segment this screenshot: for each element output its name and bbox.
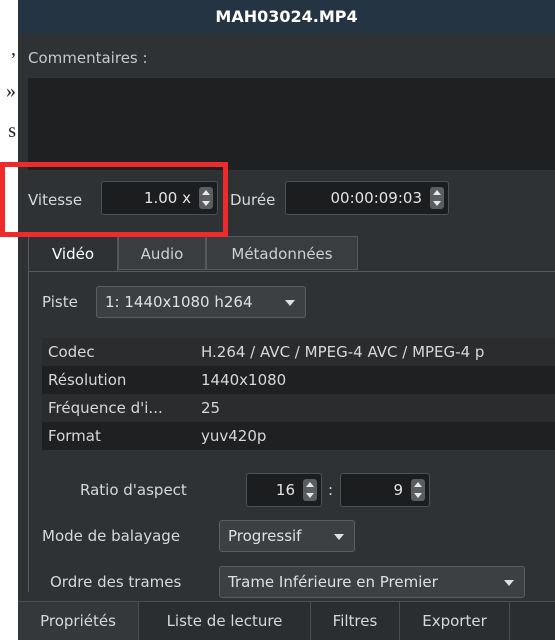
track-dropdown[interactable]: 1: 1440x1080 h264: [96, 286, 306, 318]
aspect-num-value: 16: [275, 481, 295, 499]
scan-mode-dropdown[interactable]: Progressif: [219, 520, 355, 552]
chevron-down-icon: [504, 580, 514, 586]
scan-mode-value: Progressif: [228, 527, 302, 545]
aspect-den-spinbox[interactable]: 9: [340, 473, 430, 507]
row-value: 25: [201, 399, 221, 417]
chevron-down-icon: [285, 300, 295, 306]
comments-field[interactable]: [28, 78, 555, 170]
aspect-num-spinbox[interactable]: 16: [246, 473, 322, 507]
track-label: Piste: [42, 293, 78, 311]
tab-properties[interactable]: Propriétés: [18, 602, 139, 640]
tab-metadata[interactable]: Métadonnées: [206, 236, 358, 270]
duration-label: Durée: [230, 191, 276, 209]
table-row: Fréquence d'i... 25: [42, 394, 555, 422]
clip-title: MAH03024.MP4: [18, 0, 555, 34]
doc-fragment: »: [6, 80, 16, 102]
field-order-label: Ordre des trames: [50, 573, 182, 591]
aspect-den-value: 9: [393, 481, 403, 499]
tab-audio[interactable]: Audio: [118, 236, 206, 270]
row-value: H.264 / AVC / MPEG-4 AVC / MPEG-4 p: [201, 343, 485, 361]
tab-export[interactable]: Exporter: [400, 602, 510, 640]
table-row: Codec H.264 / AVC / MPEG-4 AVC / MPEG-4 …: [42, 338, 555, 366]
row-key: Fréquence d'i...: [48, 399, 163, 417]
track-value: 1: 1440x1080 h264: [105, 293, 253, 311]
row-key: Codec: [48, 343, 95, 361]
tab-filters[interactable]: Filtres: [311, 602, 400, 640]
aspect-label: Ratio d'aspect: [80, 481, 187, 499]
spin-arrows-icon[interactable]: [411, 479, 425, 501]
doc-fragment: s: [8, 120, 16, 142]
properties-tabs: Vidéo Audio Métadonnées: [28, 236, 555, 272]
background-document-text: , » s: [0, 0, 18, 640]
row-key: Format: [48, 427, 101, 445]
comments-label: Commentaires :: [28, 49, 148, 67]
field-order-dropdown[interactable]: Trame Inférieure en Premier: [219, 566, 525, 598]
tab-playlist[interactable]: Liste de lecture: [139, 602, 311, 640]
tab-video[interactable]: Vidéo: [28, 236, 118, 272]
spin-arrows-icon[interactable]: [430, 187, 444, 209]
stream-info-table: Codec H.264 / AVC / MPEG-4 AVC / MPEG-4 …: [42, 338, 555, 450]
row-value: 1440x1080: [201, 371, 287, 389]
row-value: yuv420p: [201, 427, 267, 445]
duration-value: 00:00:09:03: [330, 189, 422, 207]
chevron-down-icon: [334, 534, 344, 540]
dock-tabs: Propriétés Liste de lecture Filtres Expo…: [18, 601, 555, 640]
aspect-separator: :: [328, 481, 334, 499]
properties-panel: MAH03024.MP4 Commentaires : Vitesse 1.00…: [18, 0, 555, 640]
row-key: Résolution: [48, 371, 127, 389]
scan-mode-label: Mode de balayage: [42, 527, 181, 545]
spin-arrows-icon[interactable]: [303, 479, 317, 501]
duration-spinbox[interactable]: 00:00:09:03: [285, 181, 449, 215]
doc-fragment: ,: [11, 38, 16, 60]
table-row: Résolution 1440x1080: [42, 366, 555, 394]
table-row: Format yuv420p: [42, 422, 555, 450]
field-order-value: Trame Inférieure en Premier: [228, 573, 438, 591]
speed-highlight-box: [0, 162, 228, 237]
